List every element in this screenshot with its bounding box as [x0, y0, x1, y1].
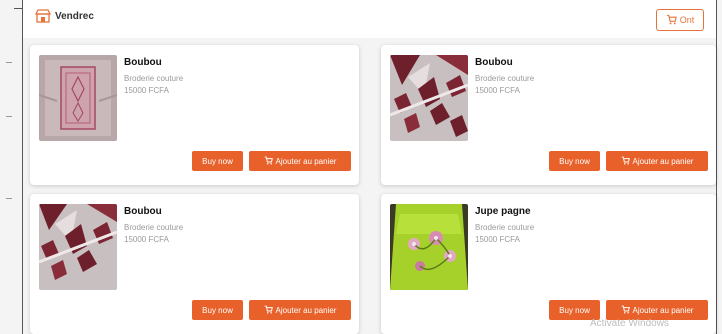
product-title: Jupe pagne — [475, 206, 531, 217]
buy-now-button[interactable]: Buy now — [549, 151, 600, 171]
window-right-border — [716, 0, 717, 334]
add-to-cart-button[interactable]: Ajouter au panier — [606, 151, 708, 171]
cart-icon — [264, 305, 273, 316]
product-image[interactable] — [390, 204, 468, 290]
cart-label: Ont — [679, 15, 695, 25]
window-left-border — [22, 0, 23, 334]
product-price: 15000 FCFA — [475, 235, 520, 244]
cart-icon — [264, 156, 273, 167]
side-marker — [6, 198, 12, 199]
side-marker — [6, 116, 12, 117]
app-header: Vendrec Ont — [23, 0, 716, 38]
product-card: Jupe pagne Broderie couture 15000 FCFA B… — [381, 194, 716, 334]
product-card: Boubou Broderie couture 15000 FCFA Buy n… — [381, 45, 716, 185]
product-title: Boubou — [124, 206, 162, 217]
product-subtitle: Broderie couture — [124, 74, 184, 83]
add-to-cart-button[interactable]: Ajouter au panier — [249, 300, 351, 320]
cart-button[interactable]: Ont — [656, 9, 704, 31]
product-image[interactable] — [390, 55, 468, 141]
add-to-cart-button[interactable]: Ajouter au panier — [606, 300, 708, 320]
shop-icon — [34, 8, 52, 24]
product-card: Boubou Broderie couture 15000 FCFA Buy n… — [30, 45, 359, 185]
brand-name: Vendrec — [55, 10, 94, 22]
product-card: Boubou Broderie couture 15000 FCFA Buy n… — [30, 194, 359, 334]
product-subtitle: Broderie couture — [475, 223, 535, 232]
add-to-cart-button[interactable]: Ajouter au panier — [249, 151, 351, 171]
side-marker — [6, 62, 12, 63]
add-to-cart-label: Ajouter au panier — [632, 305, 694, 315]
add-to-cart-label: Ajouter au panier — [275, 156, 337, 166]
cart-icon — [621, 156, 630, 167]
product-price: 15000 FCFA — [475, 86, 520, 95]
product-title: Boubou — [475, 57, 513, 68]
product-image[interactable] — [39, 204, 117, 290]
cart-icon — [621, 305, 630, 316]
product-subtitle: Broderie couture — [475, 74, 535, 83]
cart-icon — [666, 14, 677, 27]
product-price: 15000 FCFA — [124, 235, 169, 244]
add-to-cart-label: Ajouter au panier — [275, 305, 337, 315]
product-price: 15000 FCFA — [124, 86, 169, 95]
product-subtitle: Broderie couture — [124, 223, 184, 232]
buy-now-button[interactable]: Buy now — [192, 151, 243, 171]
buy-now-button[interactable]: Buy now — [192, 300, 243, 320]
buy-now-button[interactable]: Buy now — [549, 300, 600, 320]
product-image[interactable] — [39, 55, 117, 141]
activate-windows-watermark: Activate Windows — [590, 318, 669, 329]
product-title: Boubou — [124, 57, 162, 68]
brand[interactable]: Vendrec — [34, 8, 94, 24]
add-to-cart-label: Ajouter au panier — [632, 156, 694, 166]
